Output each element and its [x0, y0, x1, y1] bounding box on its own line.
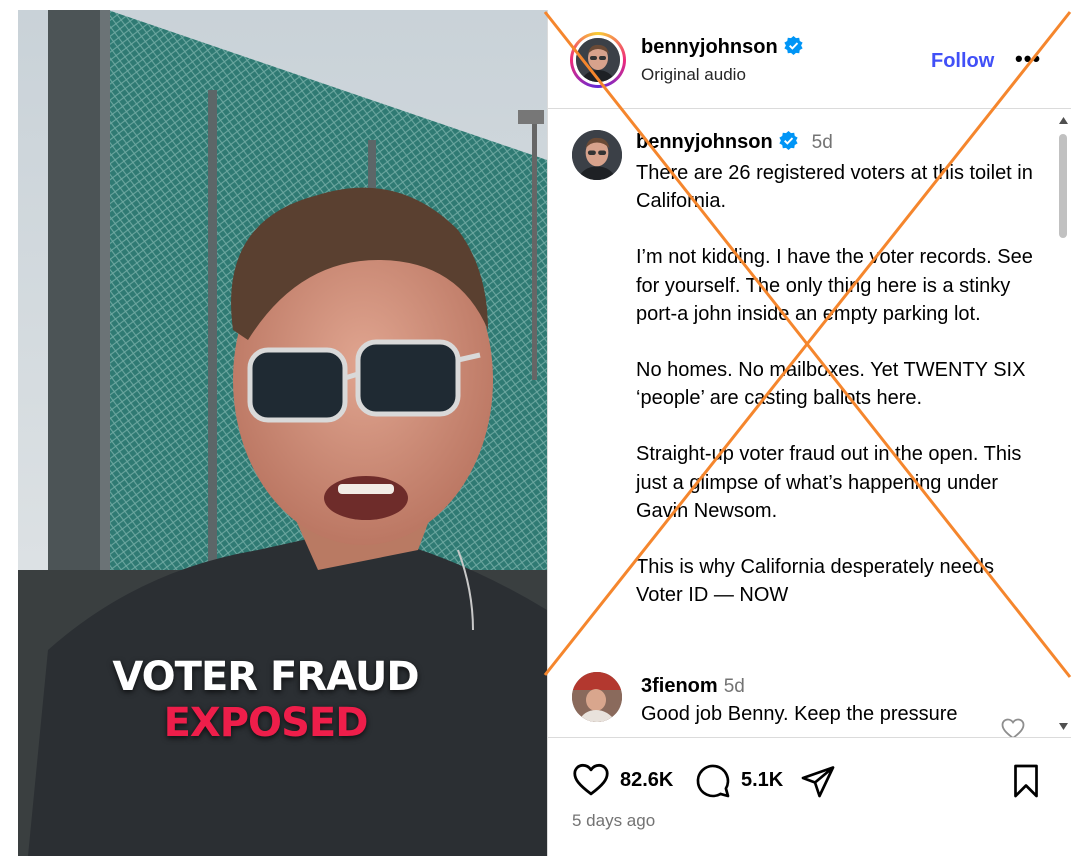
caption-paragraph: This is why California desperately needs… [636, 556, 994, 607]
header-username[interactable]: bennyjohnson [641, 36, 803, 61]
caption-paragraph: There are 26 registered voters at this t… [636, 162, 1033, 213]
audio-label[interactable]: Original audio [641, 65, 746, 85]
instagram-post-embed: VOTER FRAUD EXPOSED bennyjohnson Origina… [18, 10, 1071, 856]
scroll-down-icon[interactable] [1058, 722, 1069, 731]
header-username-text[interactable]: bennyjohnson [641, 36, 778, 58]
verified-badge-icon [779, 131, 798, 156]
video-player[interactable]: VOTER FRAUD EXPOSED [18, 10, 547, 856]
share-icon[interactable] [800, 763, 836, 804]
scrollbar[interactable] [1056, 116, 1071, 736]
scrollbar-thumb[interactable] [1059, 134, 1067, 238]
bookmark-icon[interactable] [1010, 763, 1042, 804]
comment-username-text[interactable]: 3fienom [641, 675, 718, 697]
heart-icon[interactable] [572, 763, 610, 802]
caption-paragraph: I’m not kidding. I have the voter record… [636, 246, 1033, 325]
video-caption-line1: VOTER FRAUD [112, 654, 419, 700]
comment-avatar[interactable] [572, 672, 622, 722]
story-ring[interactable] [570, 32, 626, 88]
comment-icon[interactable] [695, 763, 731, 804]
post-header: bennyjohnson Original audio Follow ••• [548, 10, 1071, 109]
post-date[interactable]: 5 days ago [572, 811, 655, 831]
comment-text: Good job Benny. Keep the pressure [641, 703, 958, 725]
avatar[interactable] [576, 38, 620, 82]
like-count[interactable]: 82.6K [620, 769, 673, 792]
comment-timestamp[interactable]: 5d [724, 676, 745, 697]
caption-username-text[interactable]: bennyjohnson [636, 131, 773, 153]
more-options-button[interactable]: ••• [1015, 46, 1041, 72]
follow-button[interactable]: Follow [931, 50, 994, 73]
caption-avatar[interactable] [572, 130, 622, 180]
caption-timestamp[interactable]: 5d [812, 132, 833, 153]
comments-scroll-area[interactable]: bennyjohnson 5d There are 26 registered v… [548, 109, 1056, 737]
comment-count[interactable]: 5.1K [741, 769, 783, 792]
comment-like-icon[interactable] [1001, 718, 1025, 737]
scroll-up-icon[interactable] [1058, 116, 1069, 125]
caption-paragraph: No homes. No mailboxes. Yet TWENTY SIX ‘… [636, 359, 1026, 410]
post-side-panel: bennyjohnson Original audio Follow ••• b… [547, 10, 1071, 856]
video-caption-line2: EXPOSED [163, 700, 369, 746]
comment-username[interactable]: 3fienom 5d [641, 675, 745, 698]
verified-badge-icon [784, 36, 803, 61]
action-bar: 82.6K 5.1K 5 days ago [548, 737, 1071, 857]
caption-paragraph: Straight-up voter fraud out in the open.… [636, 443, 1022, 522]
caption-username[interactable]: bennyjohnson 5d [636, 131, 833, 156]
caption-text: There are 26 registered voters at this t… [636, 159, 1046, 637]
